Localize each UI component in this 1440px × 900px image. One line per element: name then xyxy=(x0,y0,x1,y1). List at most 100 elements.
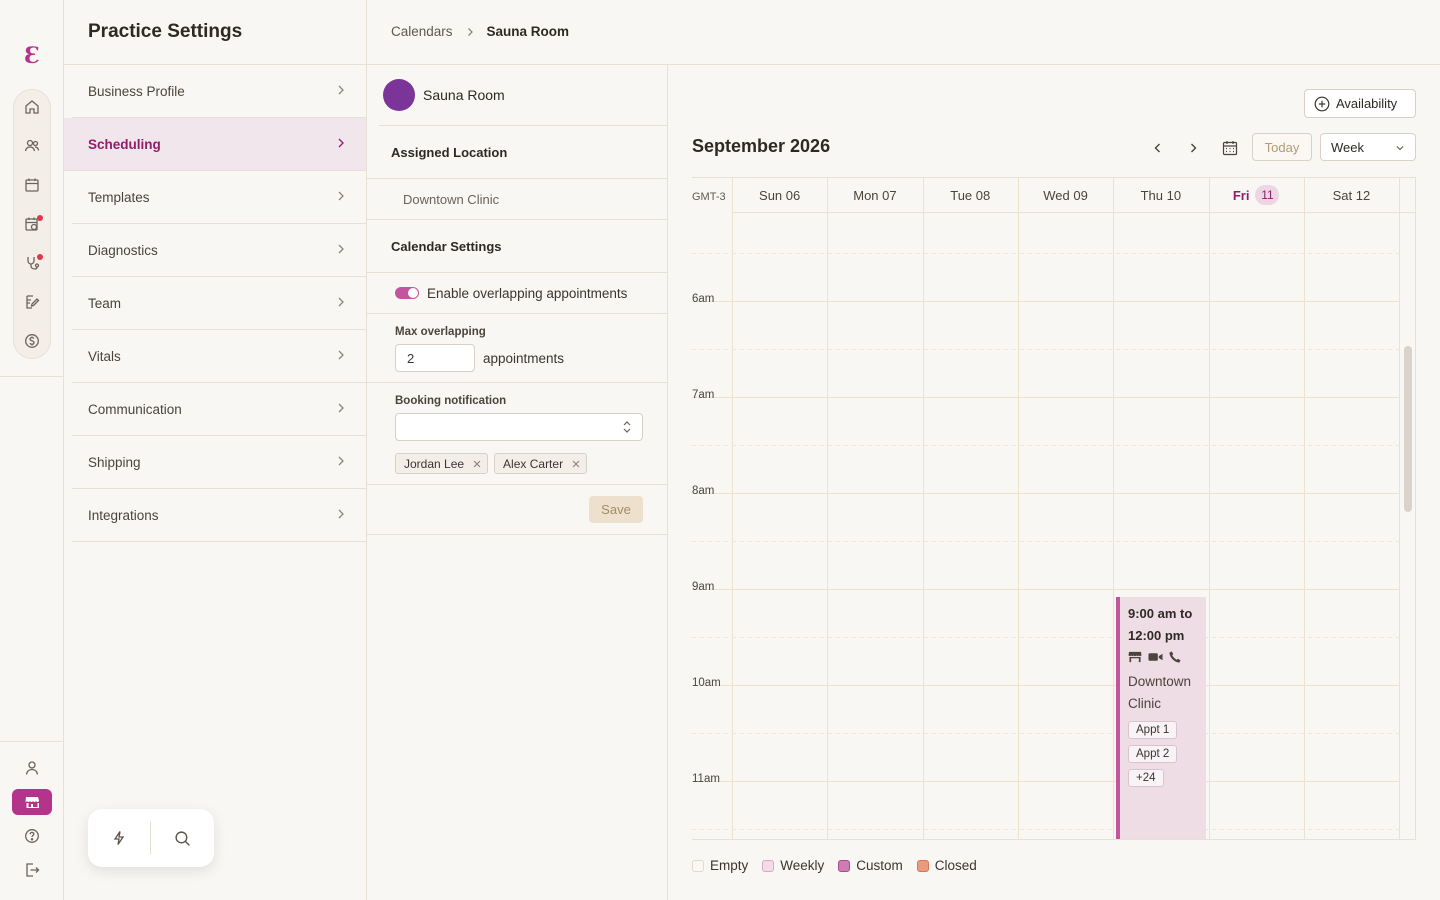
chevron-right-icon xyxy=(336,402,346,414)
breadcrumb: Calendars Sauna Room xyxy=(391,24,569,39)
chevron-left-icon[interactable] xyxy=(1148,138,1168,158)
quick-tools xyxy=(88,809,214,867)
legend-label: Empty xyxy=(710,858,749,873)
view-select[interactable]: Week xyxy=(1320,133,1416,161)
settings-menu-label: Team xyxy=(88,295,122,311)
chevron-right-icon xyxy=(336,455,346,467)
legend-label: Closed xyxy=(934,858,977,873)
grid-scrollbar[interactable] xyxy=(1404,346,1412,512)
appointment-tag[interactable]: +24 xyxy=(1128,769,1164,787)
home-icon[interactable] xyxy=(21,96,43,118)
day-date: 12 xyxy=(1355,187,1371,203)
max-overlapping-suffix: appointments xyxy=(483,350,565,366)
date-picker-icon[interactable] xyxy=(1220,138,1240,158)
half-hour-line xyxy=(692,733,1400,734)
billing-icon[interactable] xyxy=(21,330,43,352)
calendar-color-swatch[interactable] xyxy=(383,79,415,111)
users-icon[interactable] xyxy=(21,135,43,157)
legend-swatch xyxy=(692,859,704,872)
remove-recipient-icon[interactable] xyxy=(572,460,580,468)
day-column-line xyxy=(732,178,733,839)
event-time: 9:00 am to 12:00 pm xyxy=(1128,606,1193,643)
appointment-tag[interactable]: Appt 2 xyxy=(1128,745,1178,763)
day-header[interactable]: Tue 08 xyxy=(923,178,1018,212)
legend-swatch xyxy=(838,859,851,872)
settings-menu-item[interactable]: Business Profile xyxy=(72,65,366,118)
recipient-name: Alex Carter xyxy=(503,456,564,471)
today-button[interactable]: Today xyxy=(1252,133,1312,161)
day-column-line xyxy=(922,178,924,839)
booking-notification-select[interactable] xyxy=(395,413,643,441)
breadcrumb-bar: Calendars Sauna Room xyxy=(367,0,1440,65)
lightning-icon[interactable] xyxy=(88,809,150,867)
logout-icon[interactable] xyxy=(21,859,43,881)
location-item[interactable]: Downtown Clinic xyxy=(367,179,667,220)
day-header[interactable]: Thu 10 xyxy=(1113,178,1208,212)
half-hour-line xyxy=(692,445,1400,446)
day-date: 06 xyxy=(785,187,801,203)
store-icon[interactable] xyxy=(12,789,52,815)
recipient-name: Jordan Lee xyxy=(404,456,465,471)
half-hour-line xyxy=(692,637,1400,638)
day-date: 09 xyxy=(1073,187,1088,203)
availability-event[interactable]: 9:00 am to 12:00 pm Downtown Clinic Appt… xyxy=(1116,597,1206,839)
day-date: 08 xyxy=(975,187,991,203)
chevron-right-icon[interactable] xyxy=(1183,138,1203,158)
hour-line xyxy=(692,685,1400,686)
availability-button[interactable]: Availability xyxy=(1304,89,1416,118)
day-header[interactable]: Sun 06 xyxy=(732,178,827,212)
hour-label: 10am xyxy=(692,677,721,689)
max-overlapping-label: Max overlapping xyxy=(395,326,486,338)
max-overlapping-input[interactable]: 2 xyxy=(395,344,475,372)
settings-menu-item[interactable]: Diagnostics xyxy=(72,224,366,277)
forms-icon[interactable] xyxy=(21,291,43,313)
save-button[interactable]: Save xyxy=(589,496,643,523)
day-header[interactable]: Wed 09 xyxy=(1018,178,1113,212)
profile-icon[interactable] xyxy=(21,757,43,779)
hour-line xyxy=(692,301,1400,302)
booking-notification-field: Booking notification Jordan Lee Alex Cart… xyxy=(367,383,667,485)
settings-menu-label: Communication xyxy=(88,401,182,417)
hour-label: 6am xyxy=(692,293,715,305)
app-logo[interactable]: Ɛ xyxy=(20,44,44,68)
legend-item: Closed xyxy=(916,858,977,873)
settings-menu-label: Business Profile xyxy=(88,83,185,99)
day-column-line xyxy=(1208,178,1210,839)
calendar-icon[interactable] xyxy=(21,174,43,196)
half-hour-line xyxy=(692,541,1400,542)
max-overlapping-row: 2 appointments xyxy=(395,344,643,382)
remove-recipient-icon[interactable] xyxy=(473,460,481,468)
half-hour-line xyxy=(692,253,1400,254)
settings-menu-item[interactable]: Integrations xyxy=(72,489,366,542)
stethoscope-icon[interactable] xyxy=(21,252,43,274)
calendar-header: Sauna Room xyxy=(379,65,667,126)
appointment-tag[interactable]: Appt 1 xyxy=(1128,721,1178,739)
app-rail: Ɛ xyxy=(0,0,64,900)
chevron-right-icon xyxy=(465,27,475,37)
day-header[interactable]: Mon 07 xyxy=(827,178,922,212)
breadcrumb-parent-link[interactable]: Calendars xyxy=(391,24,453,39)
settings-menu-item[interactable]: Scheduling xyxy=(64,118,366,171)
plus-circle-icon xyxy=(1314,96,1330,112)
help-icon[interactable] xyxy=(21,825,43,847)
settings-menu-item[interactable]: Shipping xyxy=(72,436,366,489)
day-column-line xyxy=(1399,178,1401,839)
settings-menu-item[interactable]: Templates xyxy=(72,171,366,224)
schedule-check-icon[interactable] xyxy=(21,213,43,235)
calendar-settings-panel: Sauna Room Assigned Location Downtown Cl… xyxy=(367,65,668,900)
day-header[interactable]: Sat 12 xyxy=(1304,178,1399,212)
overlap-toggle[interactable] xyxy=(395,287,419,299)
legend-swatch xyxy=(762,859,775,872)
event-icons xyxy=(1128,651,1198,663)
legend-label: Custom xyxy=(856,858,903,873)
rail-divider xyxy=(0,741,63,742)
settings-menu-item[interactable]: Vitals xyxy=(72,330,366,383)
settings-menu: Business Profile Scheduling Templates Diagn… xyxy=(64,65,366,542)
search-icon[interactable] xyxy=(151,809,213,867)
settings-menu-label: Templates xyxy=(88,189,150,205)
settings-menu-item[interactable]: Communication xyxy=(72,383,366,436)
day-header[interactable]: Fri 11 xyxy=(1209,178,1304,212)
settings-menu-item[interactable]: Team xyxy=(72,277,366,330)
settings-menu-label: Shipping xyxy=(88,454,141,470)
overlap-toggle-label: Enable overlapping appointments xyxy=(427,285,628,301)
